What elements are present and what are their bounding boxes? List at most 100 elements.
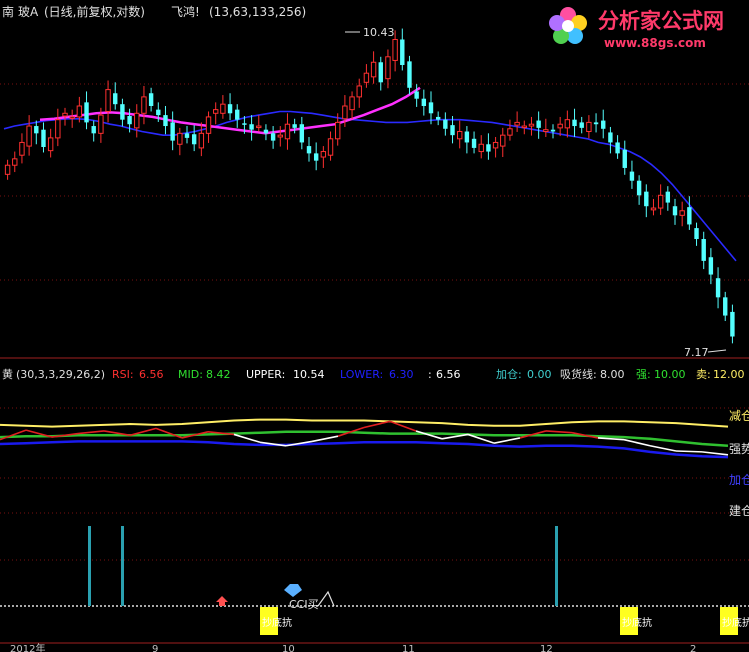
candle-body	[41, 129, 46, 147]
candle-body	[198, 132, 205, 149]
candle-body	[4, 164, 11, 175]
deep-pit-label: 抄底抗	[722, 616, 749, 629]
mid-value: 8.42	[206, 368, 231, 381]
candle-body	[579, 122, 584, 128]
add-right-label: 加仓	[729, 473, 749, 487]
candle-body	[708, 257, 714, 275]
candle-body	[349, 96, 355, 111]
indicator-bar-name: 黄	[2, 367, 13, 381]
watermark-url: www.88gs.com	[604, 36, 706, 50]
candle-body	[464, 131, 470, 143]
x-tick-label: 11	[402, 644, 415, 652]
candle-body	[701, 239, 706, 261]
rsi-line-segment	[675, 450, 703, 453]
candle-body	[256, 125, 262, 129]
candle-body	[220, 103, 226, 114]
candle-body	[235, 109, 240, 120]
candle-body	[270, 133, 276, 141]
strong-label: 强:	[636, 368, 651, 381]
candle-body	[299, 124, 305, 143]
candle-body	[205, 116, 212, 134]
low-price-label: 7.17	[684, 346, 709, 359]
sell-label: 卖:	[696, 368, 711, 381]
candle-body	[657, 194, 664, 209]
candle-body	[478, 143, 484, 153]
candle-body	[665, 191, 671, 203]
watermark: 分析家公式网 www.88gs.com	[549, 7, 724, 50]
candle-body	[557, 123, 563, 129]
candle-body	[141, 96, 147, 114]
candle-body	[84, 102, 89, 123]
upper-label: UPPER:	[246, 368, 285, 381]
candle-body	[400, 39, 405, 65]
candle-body	[486, 144, 491, 152]
candle-body	[723, 297, 728, 316]
candle-body	[572, 119, 577, 127]
candle-body	[76, 105, 83, 118]
candle-body	[227, 104, 233, 114]
cci-buy-label: CCI买	[289, 598, 319, 611]
candle-body	[636, 180, 642, 196]
candle-body	[105, 89, 111, 112]
candle-body	[457, 131, 463, 140]
lower-label: LOWER:	[340, 368, 383, 381]
build-label: 建仓	[729, 504, 749, 518]
candle-body	[134, 112, 140, 129]
candle-body	[414, 91, 419, 99]
x-axis-year: 2012年	[10, 642, 45, 652]
candle-body	[249, 124, 254, 130]
candle-body	[536, 120, 541, 128]
signal-bar	[555, 526, 558, 606]
candle-body	[564, 119, 571, 129]
candle-body	[644, 191, 649, 207]
candle-body	[313, 153, 319, 161]
lower-value: 6.30	[389, 368, 414, 381]
chart-mode: (日线,前复权,对数)	[44, 4, 145, 19]
candle-body	[242, 123, 247, 125]
deep-pit-label: 抄底抗	[622, 616, 652, 629]
x-tick-label: 10	[282, 644, 295, 652]
candle-body	[392, 38, 398, 61]
candle-body	[177, 132, 183, 145]
candle-body	[679, 210, 685, 216]
candle-body	[69, 116, 75, 119]
candle-body	[91, 126, 96, 134]
candle-body	[342, 105, 348, 120]
extra-value: 6.56	[436, 368, 461, 381]
candle-body	[514, 121, 520, 126]
strong-value: 10.00	[654, 368, 686, 381]
candle-body	[120, 104, 125, 120]
absorb-value: 8.00	[600, 368, 625, 381]
candle-body	[622, 149, 627, 168]
rsi-label: RSI:	[112, 368, 134, 381]
rsi-value: 6.56	[139, 368, 164, 381]
x-tick-label: 2	[690, 644, 696, 652]
candle-body	[163, 115, 168, 127]
candle-body	[615, 142, 620, 154]
candle-body	[19, 141, 25, 156]
add-value: 0.00	[527, 368, 552, 381]
candle-body	[306, 146, 312, 154]
candle-body	[593, 122, 599, 125]
candle-body	[672, 206, 678, 216]
absorb-label: 吸货线:	[560, 367, 597, 381]
candle-body	[521, 125, 527, 129]
candle-body	[450, 125, 455, 136]
candle-body	[277, 134, 283, 138]
high-price-label: 10.43	[363, 26, 395, 39]
candle-body	[500, 134, 506, 147]
candle-body	[191, 134, 197, 145]
candle-body	[263, 129, 269, 134]
candle-body	[421, 98, 427, 106]
candle-body	[428, 102, 434, 114]
stock-chart[interactable]: 南 玻A (日线,前复权,对数) 飞鸿! (13,63,133,256) 分析家…	[0, 0, 749, 652]
candle-body	[127, 116, 132, 125]
candle-body	[148, 93, 154, 106]
add-label: 加仓:	[496, 367, 522, 381]
candle-body	[113, 93, 118, 105]
candle-body	[170, 122, 175, 141]
candle-body	[550, 129, 556, 132]
candle-body	[12, 158, 18, 166]
candle-body	[284, 123, 291, 140]
candle-body	[320, 151, 327, 158]
